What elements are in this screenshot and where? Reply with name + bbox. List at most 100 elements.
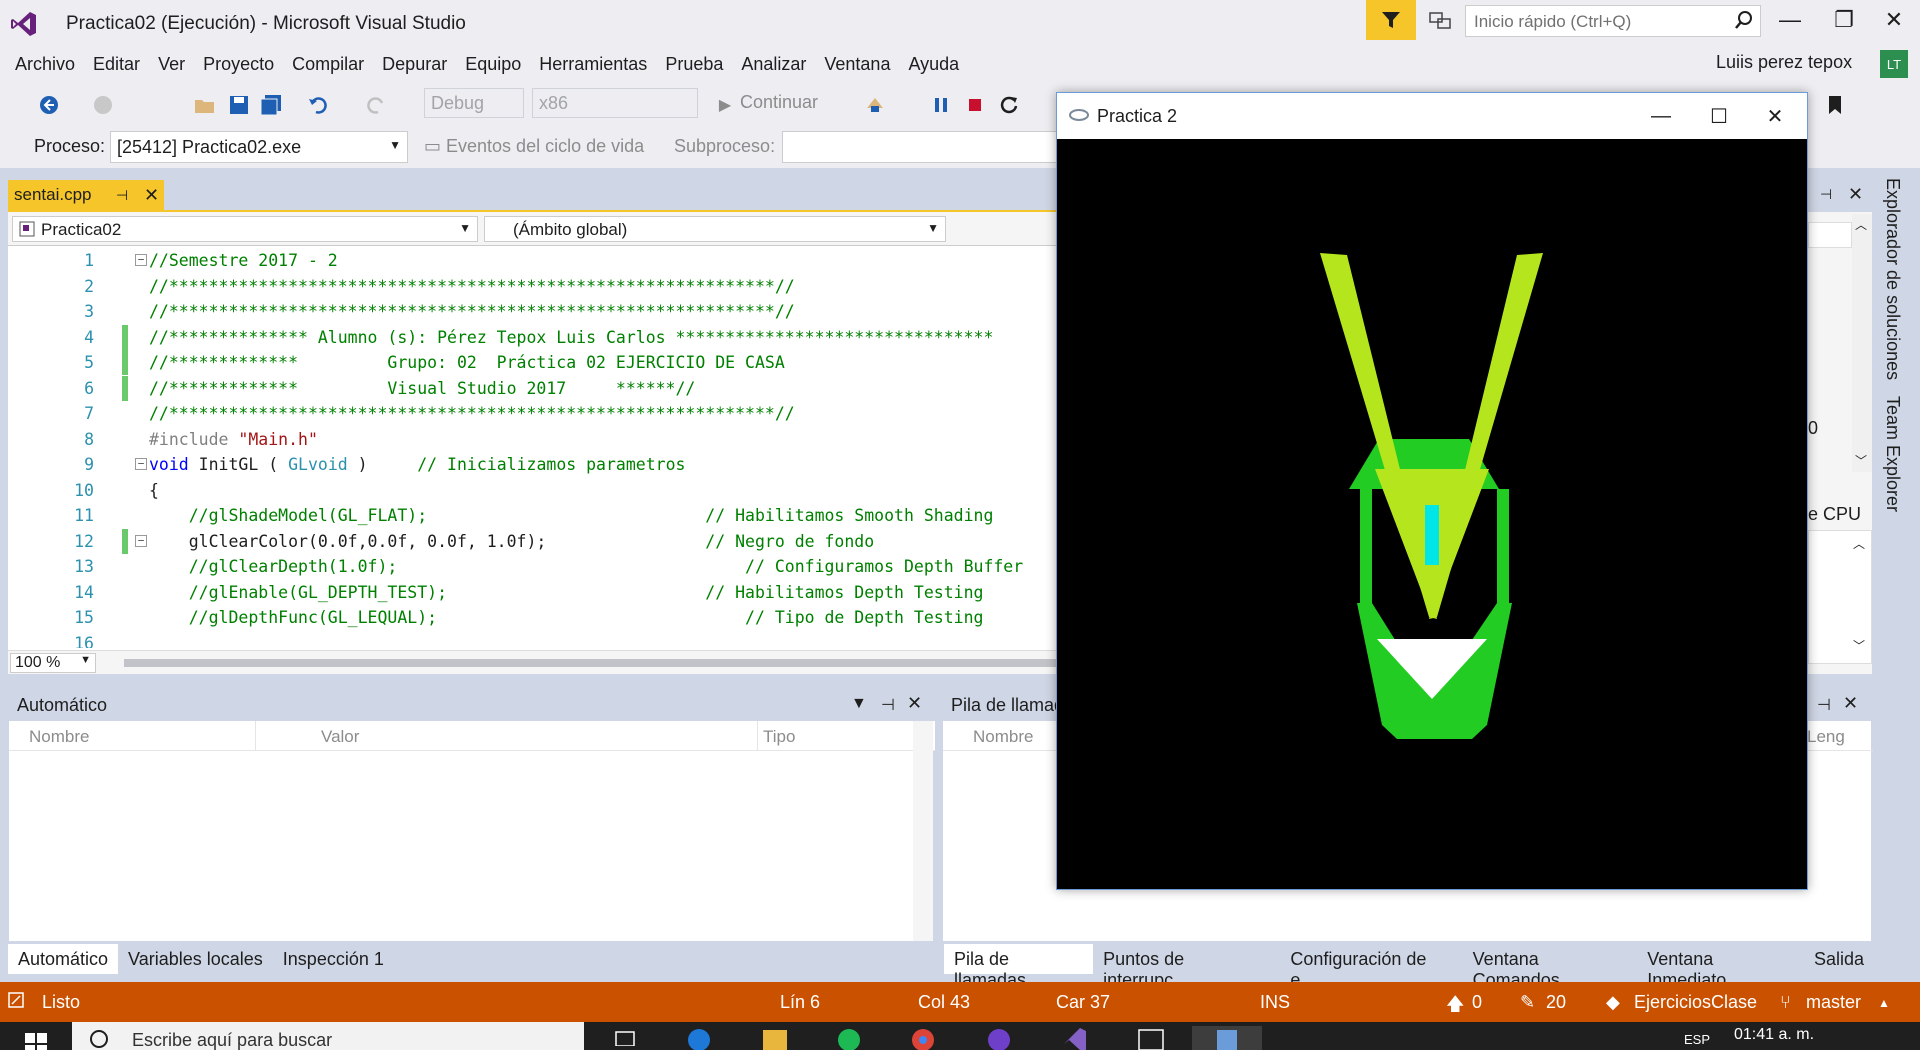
close-tab-icon[interactable]: ✕ bbox=[144, 185, 159, 206]
menu-proyecto[interactable]: Proyecto bbox=[194, 54, 283, 75]
task-view-icon[interactable] bbox=[608, 1026, 642, 1050]
github-desktop-icon[interactable] bbox=[982, 1026, 1016, 1050]
close-button[interactable]: ✕ bbox=[1747, 99, 1803, 133]
practica2-taskbar-icon[interactable] bbox=[1192, 1026, 1262, 1050]
visual-studio-taskbar-icon[interactable] bbox=[1058, 1026, 1092, 1050]
spotify-icon[interactable] bbox=[832, 1026, 866, 1050]
code-line[interactable]: 11 //glShadeModel(GL_FLAT); // Habilitam… bbox=[8, 503, 1063, 528]
quick-launch-input[interactable]: Inicio rápido (Ctrl+Q) bbox=[1465, 5, 1761, 37]
chevron-up-icon[interactable]: ︿ bbox=[1855, 216, 1867, 233]
pencil-icon[interactable]: ✎ bbox=[1520, 992, 1535, 1013]
collapse-icon[interactable]: − bbox=[135, 534, 147, 547]
code-line[interactable]: 15 //glDepthFunc(GL_LEQUAL); // Tipo de … bbox=[8, 605, 1063, 630]
pin-icon[interactable]: ⊣ bbox=[1820, 186, 1832, 203]
menu-analizar[interactable]: Analizar bbox=[732, 54, 815, 75]
feedback-icon[interactable] bbox=[1420, 4, 1460, 38]
tab-inspeccion-1[interactable]: Inspección 1 bbox=[273, 944, 394, 974]
solution-platform-select[interactable]: x86 bbox=[532, 88, 698, 118]
column-lenguaje[interactable]: Leng bbox=[1807, 727, 1845, 747]
menu-herramientas[interactable]: Herramientas bbox=[530, 54, 656, 75]
pin-icon[interactable]: ⊣ bbox=[116, 187, 128, 204]
chevron-down-icon[interactable]: ▼ bbox=[851, 695, 867, 713]
chevron-up-icon[interactable]: ︿ bbox=[1853, 535, 1865, 552]
minimize-button[interactable]: — bbox=[1633, 99, 1689, 133]
code-line[interactable]: 4 //************** Alumno (s): Pérez Tepo… bbox=[8, 324, 1063, 350]
save-icon[interactable] bbox=[226, 92, 252, 118]
code-line[interactable]: 12 − glClearColor(0.0f,0.0f, 0.0f, 1.0f);… bbox=[8, 528, 1063, 554]
tree-row[interactable] bbox=[1808, 222, 1852, 248]
pause-icon[interactable] bbox=[928, 92, 954, 118]
redo-icon[interactable] bbox=[362, 92, 388, 118]
column-valor[interactable]: Valor bbox=[321, 727, 359, 747]
close-icon[interactable]: ✕ bbox=[1843, 693, 1858, 714]
pin-icon[interactable]: ⊣ bbox=[1817, 695, 1831, 715]
tab-configuracion-excepciones[interactable]: Configuración de e... bbox=[1280, 944, 1462, 990]
code-line[interactable]: 10 { bbox=[8, 478, 1063, 503]
tab-ventana-comandos[interactable]: Ventana Comandos bbox=[1463, 944, 1638, 990]
close-icon[interactable]: ✕ bbox=[907, 693, 922, 714]
chevron-down-icon[interactable]: ﹀ bbox=[1855, 452, 1867, 469]
menu-ayuda[interactable]: Ayuda bbox=[899, 54, 968, 75]
collapse-icon[interactable]: − bbox=[135, 458, 147, 470]
column-tipo[interactable]: Tipo bbox=[763, 727, 795, 747]
pin-icon[interactable]: ⊣ bbox=[881, 695, 895, 715]
code-line[interactable]: 14 //glEnable(GL_DEPTH_TEST); // Habilit… bbox=[8, 580, 1063, 605]
menu-equipo[interactable]: Equipo bbox=[456, 54, 530, 75]
photos-icon[interactable] bbox=[1134, 1026, 1168, 1050]
close-button[interactable]: ✕ bbox=[1870, 0, 1918, 40]
user-avatar[interactable]: LT bbox=[1880, 50, 1908, 78]
pending-changes-count[interactable]: 20 bbox=[1546, 992, 1566, 1013]
code-line[interactable]: 3 //*************************************… bbox=[8, 299, 1063, 324]
solution-configuration-select[interactable]: Debug bbox=[424, 88, 524, 118]
chrome-icon[interactable] bbox=[906, 1026, 940, 1050]
process-select[interactable]: [25412] Practica02.exe ▼ bbox=[110, 131, 408, 163]
tab-automatico[interactable]: Automático bbox=[8, 944, 119, 974]
tab-solution-explorer[interactable]: Explorador de soluciones bbox=[1882, 178, 1903, 380]
scope-select[interactable]: (Ámbito global) ▼ bbox=[484, 216, 946, 242]
edge-icon[interactable] bbox=[682, 1026, 716, 1050]
code-line[interactable]: 7 //*************************************… bbox=[8, 401, 1063, 426]
column-nombre[interactable]: Nombre bbox=[29, 727, 89, 747]
restore-button[interactable]: ❐ bbox=[1820, 0, 1868, 40]
menu-prueba[interactable]: Prueba bbox=[656, 54, 732, 75]
bookmark-icon[interactable] bbox=[1822, 92, 1848, 118]
horizontal-scroll-thumb[interactable] bbox=[124, 659, 1064, 667]
user-account-name[interactable]: Luiis perez tepox bbox=[1716, 52, 1852, 73]
vertical-scrollbar[interactable]: ︿ ﹀ bbox=[1852, 214, 1872, 472]
open-folder-icon[interactable] bbox=[192, 92, 218, 118]
opengl-canvas[interactable] bbox=[1057, 139, 1807, 889]
stop-icon[interactable] bbox=[962, 92, 988, 118]
horizontal-scrollbar[interactable]: 100 % ▼ bbox=[8, 650, 1064, 674]
zoom-select[interactable]: 100 % ▼ bbox=[10, 653, 96, 673]
restart-icon[interactable] bbox=[996, 92, 1022, 118]
menu-depurar[interactable]: Depurar bbox=[373, 54, 456, 75]
windows-start-icon[interactable] bbox=[0, 1022, 72, 1050]
hot-reload-icon[interactable] bbox=[862, 92, 888, 118]
collapse-icon[interactable]: − bbox=[135, 254, 147, 266]
vertical-scrollbar[interactable] bbox=[913, 721, 933, 941]
tab-ventana-inmediato[interactable]: Ventana Inmediato bbox=[1637, 944, 1804, 990]
branch-name[interactable]: master bbox=[1806, 992, 1861, 1013]
minimize-button[interactable]: — bbox=[1766, 0, 1814, 40]
code-line[interactable]: 5 //************* Grupo: 02 Práctica 02 E… bbox=[8, 350, 1063, 375]
undo-icon[interactable] bbox=[306, 92, 332, 118]
code-line[interactable]: 13 //glClearDepth(1.0f); // Configuramos… bbox=[8, 554, 1063, 579]
file-explorer-icon[interactable] bbox=[758, 1026, 792, 1050]
code-line[interactable]: 9 − void InitGL ( GLvoid ) // Inicializamo… bbox=[8, 452, 1063, 477]
menu-ver[interactable]: Ver bbox=[149, 54, 194, 75]
practica2-title-bar[interactable]: Practica 2 — ☐ ✕ bbox=[1057, 93, 1807, 139]
continue-button[interactable]: Continuar bbox=[740, 92, 818, 113]
tab-team-explorer[interactable]: Team Explorer bbox=[1882, 396, 1903, 512]
chevron-up-icon[interactable]: ▲ bbox=[1878, 996, 1890, 1010]
code-line[interactable]: 16 bbox=[8, 631, 1063, 649]
tab-sentai-cpp[interactable]: sentai.cpp ⊣ ✕ bbox=[8, 180, 164, 210]
navigate-forward-icon[interactable] bbox=[90, 92, 116, 118]
code-line[interactable]: 6 //************* Visual Studio 2017 ****… bbox=[8, 375, 1063, 401]
thread-select[interactable] bbox=[782, 131, 1062, 163]
lifecycle-events-button[interactable]: ▭ Eventos del ciclo de vida bbox=[424, 136, 644, 157]
notifications-filter-icon[interactable] bbox=[1366, 0, 1416, 40]
menu-ventana[interactable]: Ventana bbox=[815, 54, 899, 75]
taskbar-search-input[interactable]: Escribe aquí para buscar bbox=[72, 1022, 584, 1050]
close-icon[interactable]: ✕ bbox=[1848, 184, 1863, 205]
column-nombre[interactable]: Nombre bbox=[973, 727, 1033, 747]
